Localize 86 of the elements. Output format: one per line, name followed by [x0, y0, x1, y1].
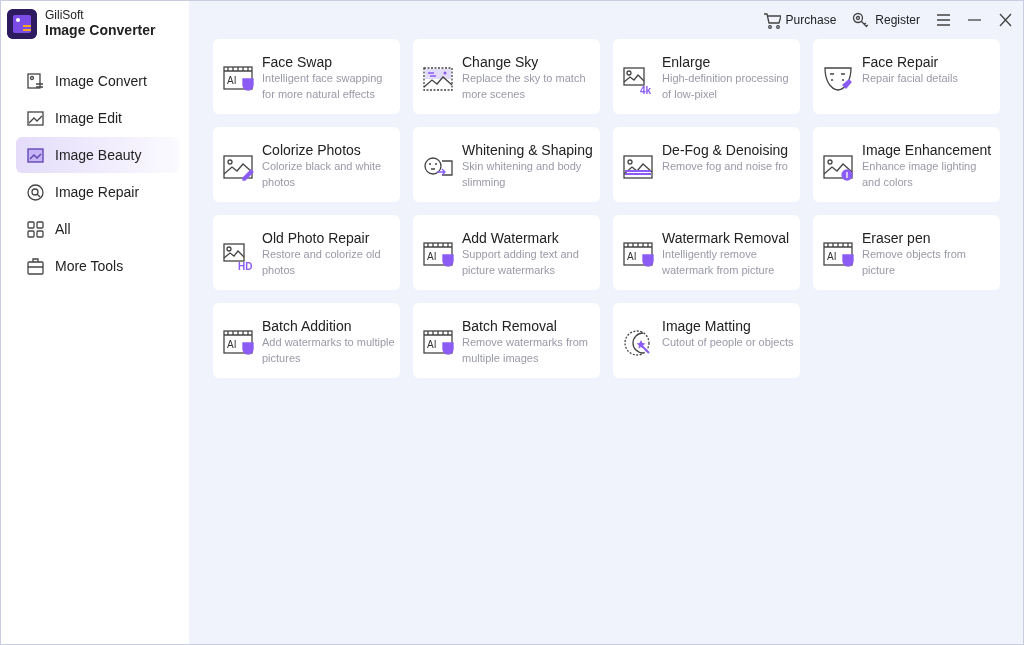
image-beauty-icon	[26, 145, 45, 165]
tool-card[interactable]: Change Sky Replace the sky to match more scenes	[413, 39, 600, 114]
ai-mask-icon	[223, 66, 254, 91]
tool-card[interactable]: AI Face Swap Intelligent face swapping for more natural effects	[213, 39, 400, 114]
tool-description: Skin whitening and body slimming	[462, 159, 583, 190]
header-link[interactable]: Purchase	[762, 11, 837, 29]
tool-title: Batch Removal	[462, 317, 558, 336]
tool-title: Image Enhancement	[862, 141, 993, 160]
tool-title: Whitening & Shaping	[462, 141, 594, 160]
tool-description: Support adding text and picture watermarks	[462, 247, 580, 278]
tool-card[interactable]: AI Add Watermark Support adding text and picture watermarks	[413, 215, 600, 290]
tool-title: Batch Addition	[262, 317, 353, 336]
tool-card[interactable]: AI Watermark Removal Intelligently remove watermark from picture	[613, 215, 800, 290]
header-link[interactable]: Register	[852, 11, 920, 29]
tool-card[interactable]: AI Batch Addition Add watermarks to multiple pictures	[213, 303, 400, 378]
icon-label: AI	[827, 251, 837, 262]
tool-title: Colorize Photos	[262, 141, 362, 160]
app-logo-icon	[7, 9, 37, 39]
tool-title: Face Swap	[262, 53, 334, 72]
icon-label: AI	[427, 339, 437, 350]
tool-title: Old Photo Repair	[262, 229, 371, 248]
tool-description: Enhance image lighting and colors	[862, 159, 978, 190]
tool-description: Intelligently remove watermark from picture	[662, 247, 776, 278]
grid-icon	[26, 219, 45, 239]
tool-card[interactable]: Whitening & Shaping Skin whitening and body slimming	[413, 127, 600, 202]
toolbox-icon	[26, 256, 45, 276]
image-icon	[623, 67, 645, 86]
close-button[interactable]	[998, 13, 1013, 27]
convert-icon	[26, 71, 45, 91]
tool-description: Remove watermarks from multiple images	[462, 335, 589, 366]
sidebar-item[interactable]: Image Beauty	[16, 137, 179, 173]
tool-description: Remove objects from picture	[862, 247, 967, 278]
icon-label: AI	[627, 251, 637, 262]
tool-description: Cutout of people or objects	[662, 335, 794, 351]
magnifier-icon	[26, 182, 45, 202]
tool-title: Eraser pen	[862, 229, 932, 248]
tool-title: De-Fog & Denoising	[662, 141, 789, 160]
sidebar-item[interactable]: Image Convert	[16, 63, 179, 99]
icon-label: AI	[227, 339, 237, 350]
app-name: Image Converter	[45, 22, 156, 39]
image-pen-icon	[223, 153, 254, 183]
tool-card[interactable]: 4k Enlarge High-definition processing of low-pixel	[613, 39, 800, 114]
ai-mask-icon	[623, 242, 654, 267]
tool-title: Add Watermark	[462, 229, 560, 248]
tool-title: Watermark Removal	[662, 229, 791, 248]
tool-description: Replace the sky to match more scenes	[462, 71, 587, 102]
sidebar-item[interactable]: Image Edit	[16, 100, 179, 136]
tool-description: Restore and colorize old photos	[262, 247, 382, 278]
ai-mask-icon	[423, 242, 454, 267]
tool-card[interactable]: HD Old Photo Repair Restore and colorize old photos	[213, 215, 400, 290]
icon-label: HD	[238, 261, 253, 271]
tool-description: High-definition processing of low-pixel	[662, 71, 790, 102]
icon-label: 4k	[640, 85, 652, 95]
tool-card[interactable]: AI Eraser pen Remove objects from picture	[813, 215, 1000, 290]
tool-card[interactable]: Face Repair Repair facial details	[813, 39, 1000, 114]
key-icon	[852, 11, 871, 29]
cart-icon	[762, 11, 781, 29]
sidebar-item[interactable]: Image Repair	[16, 174, 179, 210]
menu-icon	[936, 13, 951, 27]
tool-title: Enlarge	[662, 53, 712, 72]
image-edit-icon	[26, 108, 45, 128]
close-icon	[998, 13, 1013, 27]
tool-title: Image Matting	[662, 317, 752, 336]
tool-title: Change Sky	[462, 53, 540, 72]
tool-card[interactable]: Image Enhancement Enhance image lighting and colors	[813, 127, 1000, 202]
image-enhance-icon	[823, 153, 854, 183]
icon-label: AI	[427, 251, 437, 262]
menu-button[interactable]	[936, 13, 951, 27]
tool-card[interactable]: Image Matting Cutout of people or objects	[613, 303, 800, 378]
tool-description: Colorize black and white photos	[262, 159, 383, 190]
vendor-name: GiliSoft	[45, 9, 85, 23]
ai-mask-icon	[423, 330, 454, 355]
sidebar-item[interactable]: More Tools	[16, 248, 179, 284]
tool-title: Face Repair	[862, 53, 940, 72]
tool-description: Add watermarks to multiple pictures	[262, 335, 396, 366]
tool-description: Remove fog and noise fro	[662, 159, 789, 175]
image-icon	[223, 243, 245, 262]
tool-card[interactable]: AI Batch Removal Remove watermarks from multiple images	[413, 303, 600, 378]
icon-label: AI	[227, 75, 237, 86]
tool-description: Intelligent face swapping for more natural effects	[262, 71, 384, 102]
sidebar-item[interactable]: All	[16, 211, 179, 247]
tool-description: Repair facial details	[862, 71, 958, 87]
ai-mask-icon	[823, 242, 854, 267]
ai-mask-icon	[223, 330, 254, 355]
tool-card[interactable]: De-Fog & Denoising Remove fog and noise fro	[613, 127, 800, 202]
tool-card[interactable]: Colorize Photos Colorize black and white photos	[213, 127, 400, 202]
